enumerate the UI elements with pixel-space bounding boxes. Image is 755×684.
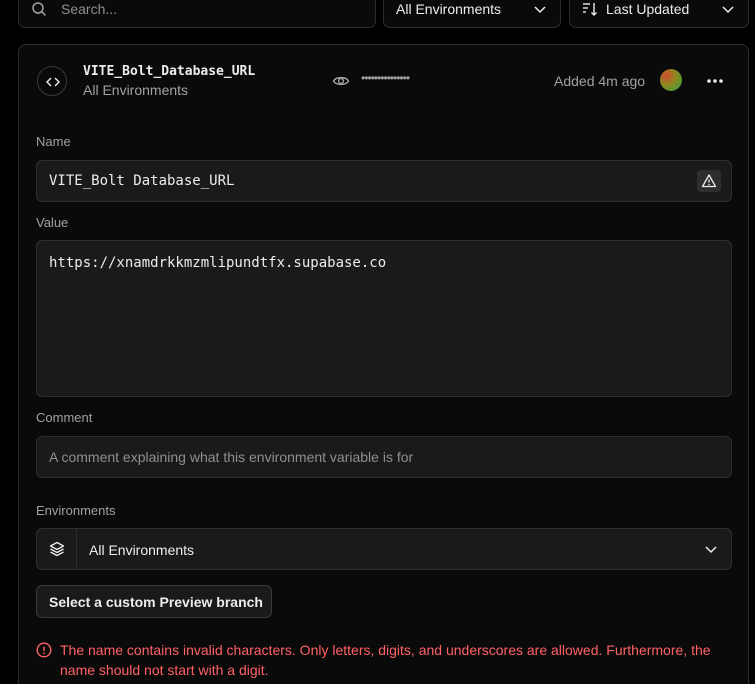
warning-triangle-icon <box>701 174 717 188</box>
added-timestamp: Added 4m ago <box>554 73 646 89</box>
layers-icon <box>37 529 77 569</box>
chevron-down-icon <box>705 546 717 554</box>
eye-icon[interactable] <box>332 72 350 90</box>
variable-environment: All Environments <box>83 82 189 98</box>
name-value: VITE_Bolt Database_URL <box>49 173 235 189</box>
name-label: Name <box>36 134 71 149</box>
name-input[interactable]: VITE_Bolt Database_URL <box>36 160 732 202</box>
error-text: The name contains invalid characters. On… <box>60 642 711 678</box>
masked-value: ••••••••••••••• <box>361 71 410 85</box>
select-preview-branch-button[interactable]: Select a custom Preview branch <box>36 585 272 618</box>
chevron-down-icon <box>722 6 734 14</box>
environment-filter-dropdown[interactable]: All Environments <box>383 0 561 28</box>
environments-value: All Environments <box>89 542 195 558</box>
filter-bar: Search... All Environments Last Updated <box>0 0 755 28</box>
environments-label: Environments <box>36 503 116 518</box>
variable-name: VITE_Bolt_Database_URL <box>83 64 256 79</box>
search-icon <box>32 2 47 17</box>
environments-select[interactable]: All Environments <box>36 528 732 570</box>
value-label: Value <box>36 215 69 230</box>
search-input[interactable]: Search... <box>18 0 376 28</box>
sort-value: Last Updated <box>606 1 690 17</box>
comment-label: Comment <box>36 410 93 425</box>
sort-icon <box>583 3 597 16</box>
error-circle-icon <box>36 642 52 658</box>
avatar <box>660 69 682 91</box>
value-textarea[interactable]: https://xnamdrkkmzmlipundtfx.supabase.co <box>36 240 732 397</box>
more-horizontal-icon[interactable] <box>704 71 726 91</box>
select-preview-branch-label: Select a custom Preview branch <box>49 594 263 610</box>
sort-dropdown[interactable]: Last Updated <box>569 0 749 28</box>
value-text: https://xnamdrkkmzmlipundtfx.supabase.co <box>49 255 387 271</box>
warning-button[interactable] <box>697 170 721 192</box>
code-icon <box>37 66 67 96</box>
environment-filter-value: All Environments <box>396 1 502 17</box>
chevron-down-icon <box>534 6 546 14</box>
comment-input[interactable]: A comment explaining what this environme… <box>36 436 732 478</box>
search-placeholder: Search... <box>61 1 118 17</box>
comment-placeholder: A comment explaining what this environme… <box>49 449 414 465</box>
env-variable-card: VITE_Bolt_Database_URL All Environments … <box>18 44 749 684</box>
